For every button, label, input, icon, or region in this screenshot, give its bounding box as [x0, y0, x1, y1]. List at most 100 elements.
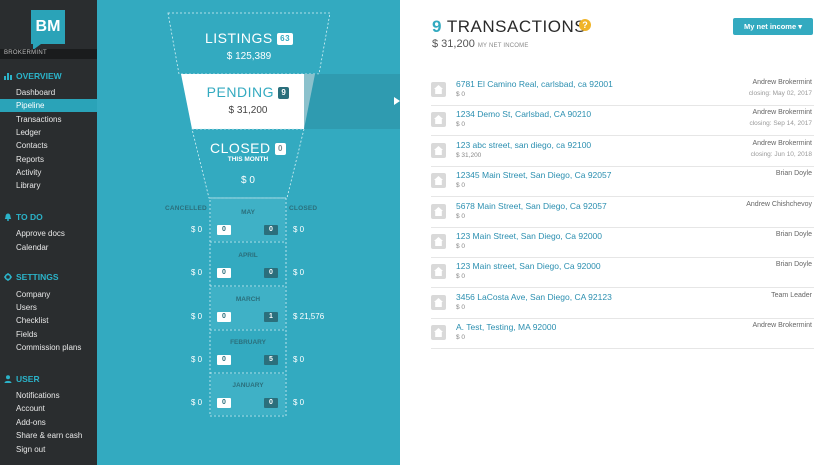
sidebar-item-sign-out[interactable]: Sign out	[0, 443, 97, 456]
cancelled-count[interactable]: 0	[217, 225, 231, 235]
transaction-row[interactable]: 5678 Main Street, San Diego, Ca 92057 $ 0…	[431, 198, 814, 228]
section-todo: TO DO	[4, 212, 43, 222]
closed-count: 0	[275, 143, 286, 156]
transaction-agent: Brian Doyle	[775, 170, 812, 178]
transactions-count: 9	[432, 17, 442, 36]
sidebar-item-notifications[interactable]: Notifications	[0, 389, 97, 402]
net-income: $ 31,200 MY NET INCOME	[432, 38, 529, 50]
sidebar-item-reports[interactable]: Reports	[0, 153, 97, 166]
transaction-row[interactable]: 123 abc street, san diego, ca 92100 $ 31,…	[431, 137, 814, 167]
sidebar-item-pipeline[interactable]: Pipeline	[0, 99, 97, 112]
transaction-price: $ 31,200	[456, 151, 482, 159]
transaction-agent: Andrew Brokermint	[752, 109, 812, 117]
closed-amount: $ 21,576	[293, 312, 325, 321]
closed-stage[interactable]: CLOSED 0	[192, 140, 304, 156]
transaction-agent: Andrew Chishchevoy	[746, 200, 812, 208]
sidebar-item-ledger[interactable]: Ledger	[0, 126, 97, 139]
transaction-closing: closing: Sep 14, 2017	[749, 120, 812, 128]
sidebar-item-checklist[interactable]: Checklist	[0, 314, 97, 327]
transaction-row[interactable]: 6781 El Camino Real, carlsbad, ca 92001 $…	[431, 76, 814, 106]
sidebar: BM BROKERMINT OVERVIEW Dashboard Pipelin…	[0, 0, 97, 465]
cancelled-amount: $ 0	[191, 225, 203, 234]
cancelled-count[interactable]: 0	[217, 312, 231, 322]
transaction-address[interactable]: 5678 Main Street, San Diego, Ca 92057	[456, 201, 607, 211]
sidebar-item-add-ons[interactable]: Add-ons	[0, 416, 97, 429]
month-label: JANUARY	[232, 382, 264, 389]
transaction-price: $ 0	[456, 212, 466, 220]
sidebar-item-library[interactable]: Library	[0, 179, 97, 192]
transactions-title: TRANSACTIONS	[446, 17, 587, 36]
transaction-closing: closing: May 02, 2017	[748, 90, 812, 97]
sidebar-item-share[interactable]: Share & earn cash	[0, 429, 97, 442]
transaction-row[interactable]: 3456 LaCosta Ave, San Diego, CA 92123 $ 0…	[431, 289, 814, 319]
pending-stage[interactable]: PENDING 9	[181, 84, 315, 100]
gear-icon	[4, 273, 12, 281]
sidebar-item-commission-plans[interactable]: Commission plans	[0, 341, 97, 354]
transaction-row[interactable]: A. Test, Testing, MA 92000 $ 0 Andrew Brok…	[431, 319, 814, 350]
transaction-closing: closing: Jun 10, 2018	[750, 150, 812, 158]
section-heading: USER	[16, 374, 40, 384]
net-amount: $ 31,200	[432, 38, 475, 50]
transaction-agent: Andrew Brokermint	[752, 322, 812, 330]
sidebar-item-company[interactable]: Company	[0, 288, 97, 301]
section-user: USER	[4, 374, 40, 384]
sidebar-item-users[interactable]: Users	[0, 301, 97, 314]
cancelled-column-label: CANCELLED	[165, 205, 207, 212]
transaction-address[interactable]: 123 abc street, san diego, ca 92100	[456, 140, 591, 150]
transaction-price: $ 0	[456, 273, 466, 281]
help-icon[interactable]: ?	[579, 19, 591, 31]
month-label: MARCH	[235, 296, 261, 303]
sidebar-item-account[interactable]: Account	[0, 402, 97, 415]
sidebar-item-approve-docs[interactable]: Approve docs	[0, 227, 97, 240]
listings-count: 63	[277, 33, 294, 46]
sidebar-item-transactions[interactable]: Transactions	[0, 113, 97, 126]
listings-stage[interactable]: LISTINGS 63	[168, 30, 330, 46]
cancelled-count[interactable]: 0	[217, 355, 231, 365]
transaction-address[interactable]: 12345 Main Street, San Diego, Ca 92057	[456, 170, 611, 180]
transaction-address[interactable]: A. Test, Testing, MA 92000	[456, 322, 556, 332]
closed-count[interactable]: 0	[264, 268, 278, 278]
transaction-address[interactable]: 3456 LaCosta Ave, San Diego, CA 92123	[456, 292, 612, 302]
closed-count[interactable]: 5	[264, 355, 278, 365]
closed-sub: THIS MONTH	[227, 156, 269, 163]
transaction-price: $ 0	[456, 334, 466, 342]
sidebar-item-contacts[interactable]: Contacts	[0, 139, 97, 152]
section-overview: OVERVIEW	[4, 71, 62, 81]
net-income-dropdown[interactable]: My net income ▾	[733, 18, 813, 35]
month-label: APRIL	[238, 252, 258, 259]
sidebar-item-calendar[interactable]: Calendar	[0, 241, 97, 254]
cancelled-count[interactable]: 0	[217, 398, 231, 408]
transaction-row[interactable]: 12345 Main Street, San Diego, Ca 92057 $ …	[431, 167, 814, 198]
sidebar-item-fields[interactable]: Fields	[0, 328, 97, 341]
closed-count[interactable]: 0	[264, 225, 278, 235]
closed-count[interactable]: 0	[264, 398, 278, 408]
pending-label: PENDING	[206, 84, 274, 100]
transaction-row[interactable]: 123 Main Street, San Diego, Ca 92000 $ 0 B…	[431, 228, 814, 258]
transactions-panel: 9 TRANSACTIONS ? $ 31,200 MY NET INCOME M…	[400, 0, 830, 465]
month-label: MAY	[241, 209, 255, 216]
sidebar-item-dashboard[interactable]: Dashboard	[0, 86, 97, 99]
transaction-address[interactable]: 123 Main Street, San Diego, Ca 92000	[456, 231, 602, 241]
cancelled-count[interactable]: 0	[217, 268, 231, 278]
transaction-price: $ 0	[456, 303, 466, 311]
transaction-address[interactable]: 6781 El Camino Real, carlsbad, ca 92001	[456, 79, 613, 89]
house-icon	[431, 112, 446, 128]
transaction-address[interactable]: 1234 Demo St, Carlsbad, CA 90210	[456, 109, 591, 119]
transaction-address[interactable]: 123 Main street, San Diego, Ca 92000	[456, 261, 601, 271]
transaction-row[interactable]: 123 Main street, San Diego, Ca 92000 $ 0 B…	[431, 258, 814, 289]
logo[interactable]: BM	[31, 10, 65, 50]
transaction-price: $ 0	[456, 91, 466, 98]
cancelled-amount: $ 0	[191, 312, 203, 321]
cancelled-amount: $ 0	[191, 268, 203, 277]
closed-amount: $ 0	[293, 355, 305, 364]
page-title: 9 TRANSACTIONS	[432, 17, 586, 37]
closed-count[interactable]: 1	[264, 312, 278, 322]
caret-down-icon: ▾	[798, 22, 802, 31]
transaction-agent: Brian Doyle	[775, 231, 812, 238]
transaction-agent: Team Leader	[771, 291, 812, 299]
net-label: MY NET INCOME	[477, 43, 529, 49]
transaction-row[interactable]: 1234 Demo St, Carlsbad, CA 90210 $ 0 Andre…	[431, 106, 814, 137]
section-heading: SETTINGS	[16, 272, 59, 282]
transaction-agent: Andrew Brokermint	[752, 79, 812, 86]
sidebar-item-activity[interactable]: Activity	[0, 166, 97, 179]
